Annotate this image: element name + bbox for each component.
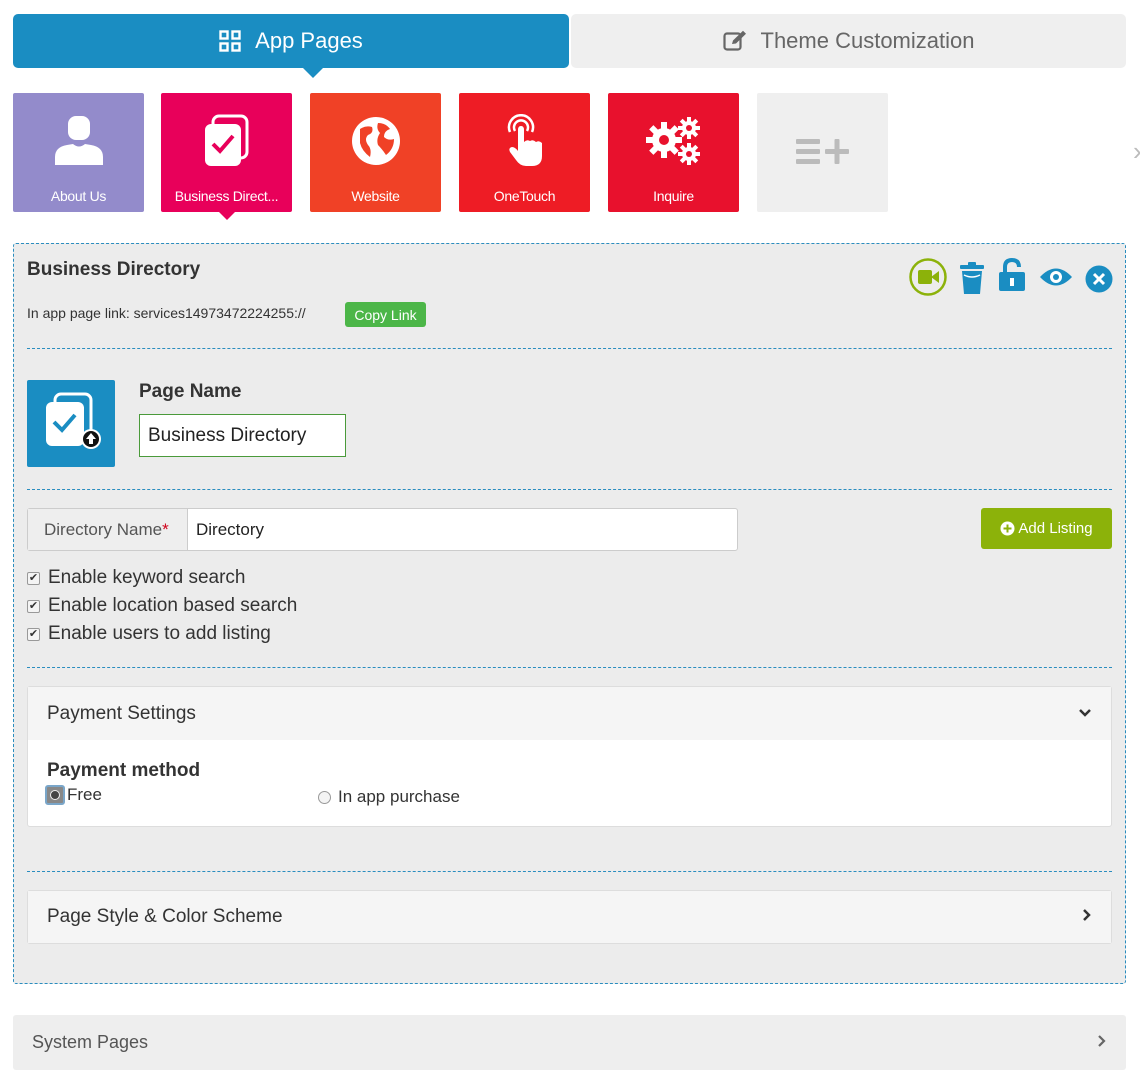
grid-icon [219,30,241,52]
page-style-title: Page Style & Color Scheme [47,906,283,927]
add-listing-button[interactable]: Add Listing [981,508,1112,549]
checkbox[interactable]: ✔ [27,599,40,613]
tab-app-pages[interactable]: App Pages [13,14,569,78]
required-marker: * [162,519,169,539]
scroll-right-icon[interactable]: › [1133,136,1140,167]
checkbox-label: Enable location based search [48,595,298,616]
copy-link-button[interactable]: Copy Link [345,302,426,327]
checkbox-keyword-search[interactable]: ✔ Enable keyword search [27,567,246,589]
unlock-icon[interactable] [997,258,1027,292]
page-tile-about-us[interactable]: About Us [13,93,144,212]
in-app-page-link: In app page link: services14973472224255… [27,305,306,321]
radio-label: Free [67,785,102,804]
section-divider [27,348,1112,349]
tile-label: OneTouch [493,188,556,204]
tile-label: Business Direct... [174,188,279,204]
checkbox-label: Enable users to add listing [48,623,271,644]
checkbox-location-search[interactable]: ✔ Enable location based search [27,595,297,617]
page-style-card: Page Style & Color Scheme [27,890,1112,944]
page-tile-add-page[interactable] [757,93,888,212]
checkbox[interactable]: ✔ [27,571,40,585]
page-tile-business-directory[interactable]: Business Direct... [161,93,292,220]
person-icon [13,111,144,171]
checkbox-label: Enable keyword search [48,567,246,588]
tab-theme-customization[interactable]: Theme Customization [571,14,1126,68]
tab-active-caret [302,67,324,78]
page-tile-onetouch[interactable]: OneTouch [459,93,590,212]
page-name-label: Page Name [139,381,242,402]
tile-label: Inquire [653,188,694,204]
checkbox-users-add-listing[interactable]: ✔ Enable users to add listing [27,623,271,645]
radio-button[interactable] [318,790,331,804]
page-name-input[interactable]: Business Directory [139,414,346,457]
payment-settings-title: Payment Settings [47,702,196,724]
chevron-down-icon [1078,705,1092,723]
directory-name-input[interactable]: Directory [188,509,737,550]
tile-label: Website [351,188,400,204]
page-style-header[interactable]: Page Style & Color Scheme [28,891,1111,943]
directory-name-label: Directory Name [44,519,163,539]
tab-app-pages-label: App Pages [255,28,363,53]
section-divider [27,489,1112,490]
globe-icon [310,111,441,171]
section-divider [27,667,1112,668]
section-divider [27,871,1112,872]
directory-name-field: Directory Name * Directory [27,508,738,551]
page-tile-website[interactable]: Website [310,93,441,212]
payment-method-label: Payment method [47,760,201,781]
trash-icon[interactable] [959,261,985,295]
checkbox[interactable]: ✔ [27,627,40,641]
page-title: Business Directory [27,259,201,280]
scroll-left-icon[interactable]: ‹ [0,136,1,167]
system-pages-header[interactable]: System Pages [13,1015,1126,1070]
payment-settings-card: Payment Settings Payment method Free In … [27,686,1112,827]
touch-icon [459,111,590,171]
directory-icon [161,111,292,171]
tile-label: About Us [50,188,107,204]
add-page-icon [757,121,888,181]
radio-free[interactable]: Free [45,785,102,805]
page-editor-panel: Business Directory In app page link: ser… [13,243,1126,984]
system-pages-title: System Pages [32,1032,149,1052]
payment-settings-header[interactable]: Payment Settings [28,687,1111,740]
directory-name-addon: Directory Name * [28,509,188,550]
chevron-right-icon [1097,1032,1107,1053]
tab-theme-customization-label: Theme Customization [760,28,975,53]
radio-button[interactable] [45,785,65,805]
add-listing-label: Add Listing [1018,520,1093,537]
plus-circle-icon [1000,521,1015,536]
directory-icon [46,392,101,449]
page-tile-inquire[interactable]: Inquire [608,93,739,212]
close-icon[interactable] [1085,265,1113,293]
tile-selected-caret [219,212,235,220]
video-icon[interactable] [909,258,947,296]
chevron-right-icon [1082,908,1092,927]
radio-label: In app purchase [338,787,460,806]
eye-icon[interactable] [1039,266,1073,288]
gears-icon [608,111,739,171]
radio-in-app-purchase[interactable]: In app purchase [318,787,460,807]
edit-icon [722,30,747,52]
page-icon-upload[interactable] [27,380,115,467]
